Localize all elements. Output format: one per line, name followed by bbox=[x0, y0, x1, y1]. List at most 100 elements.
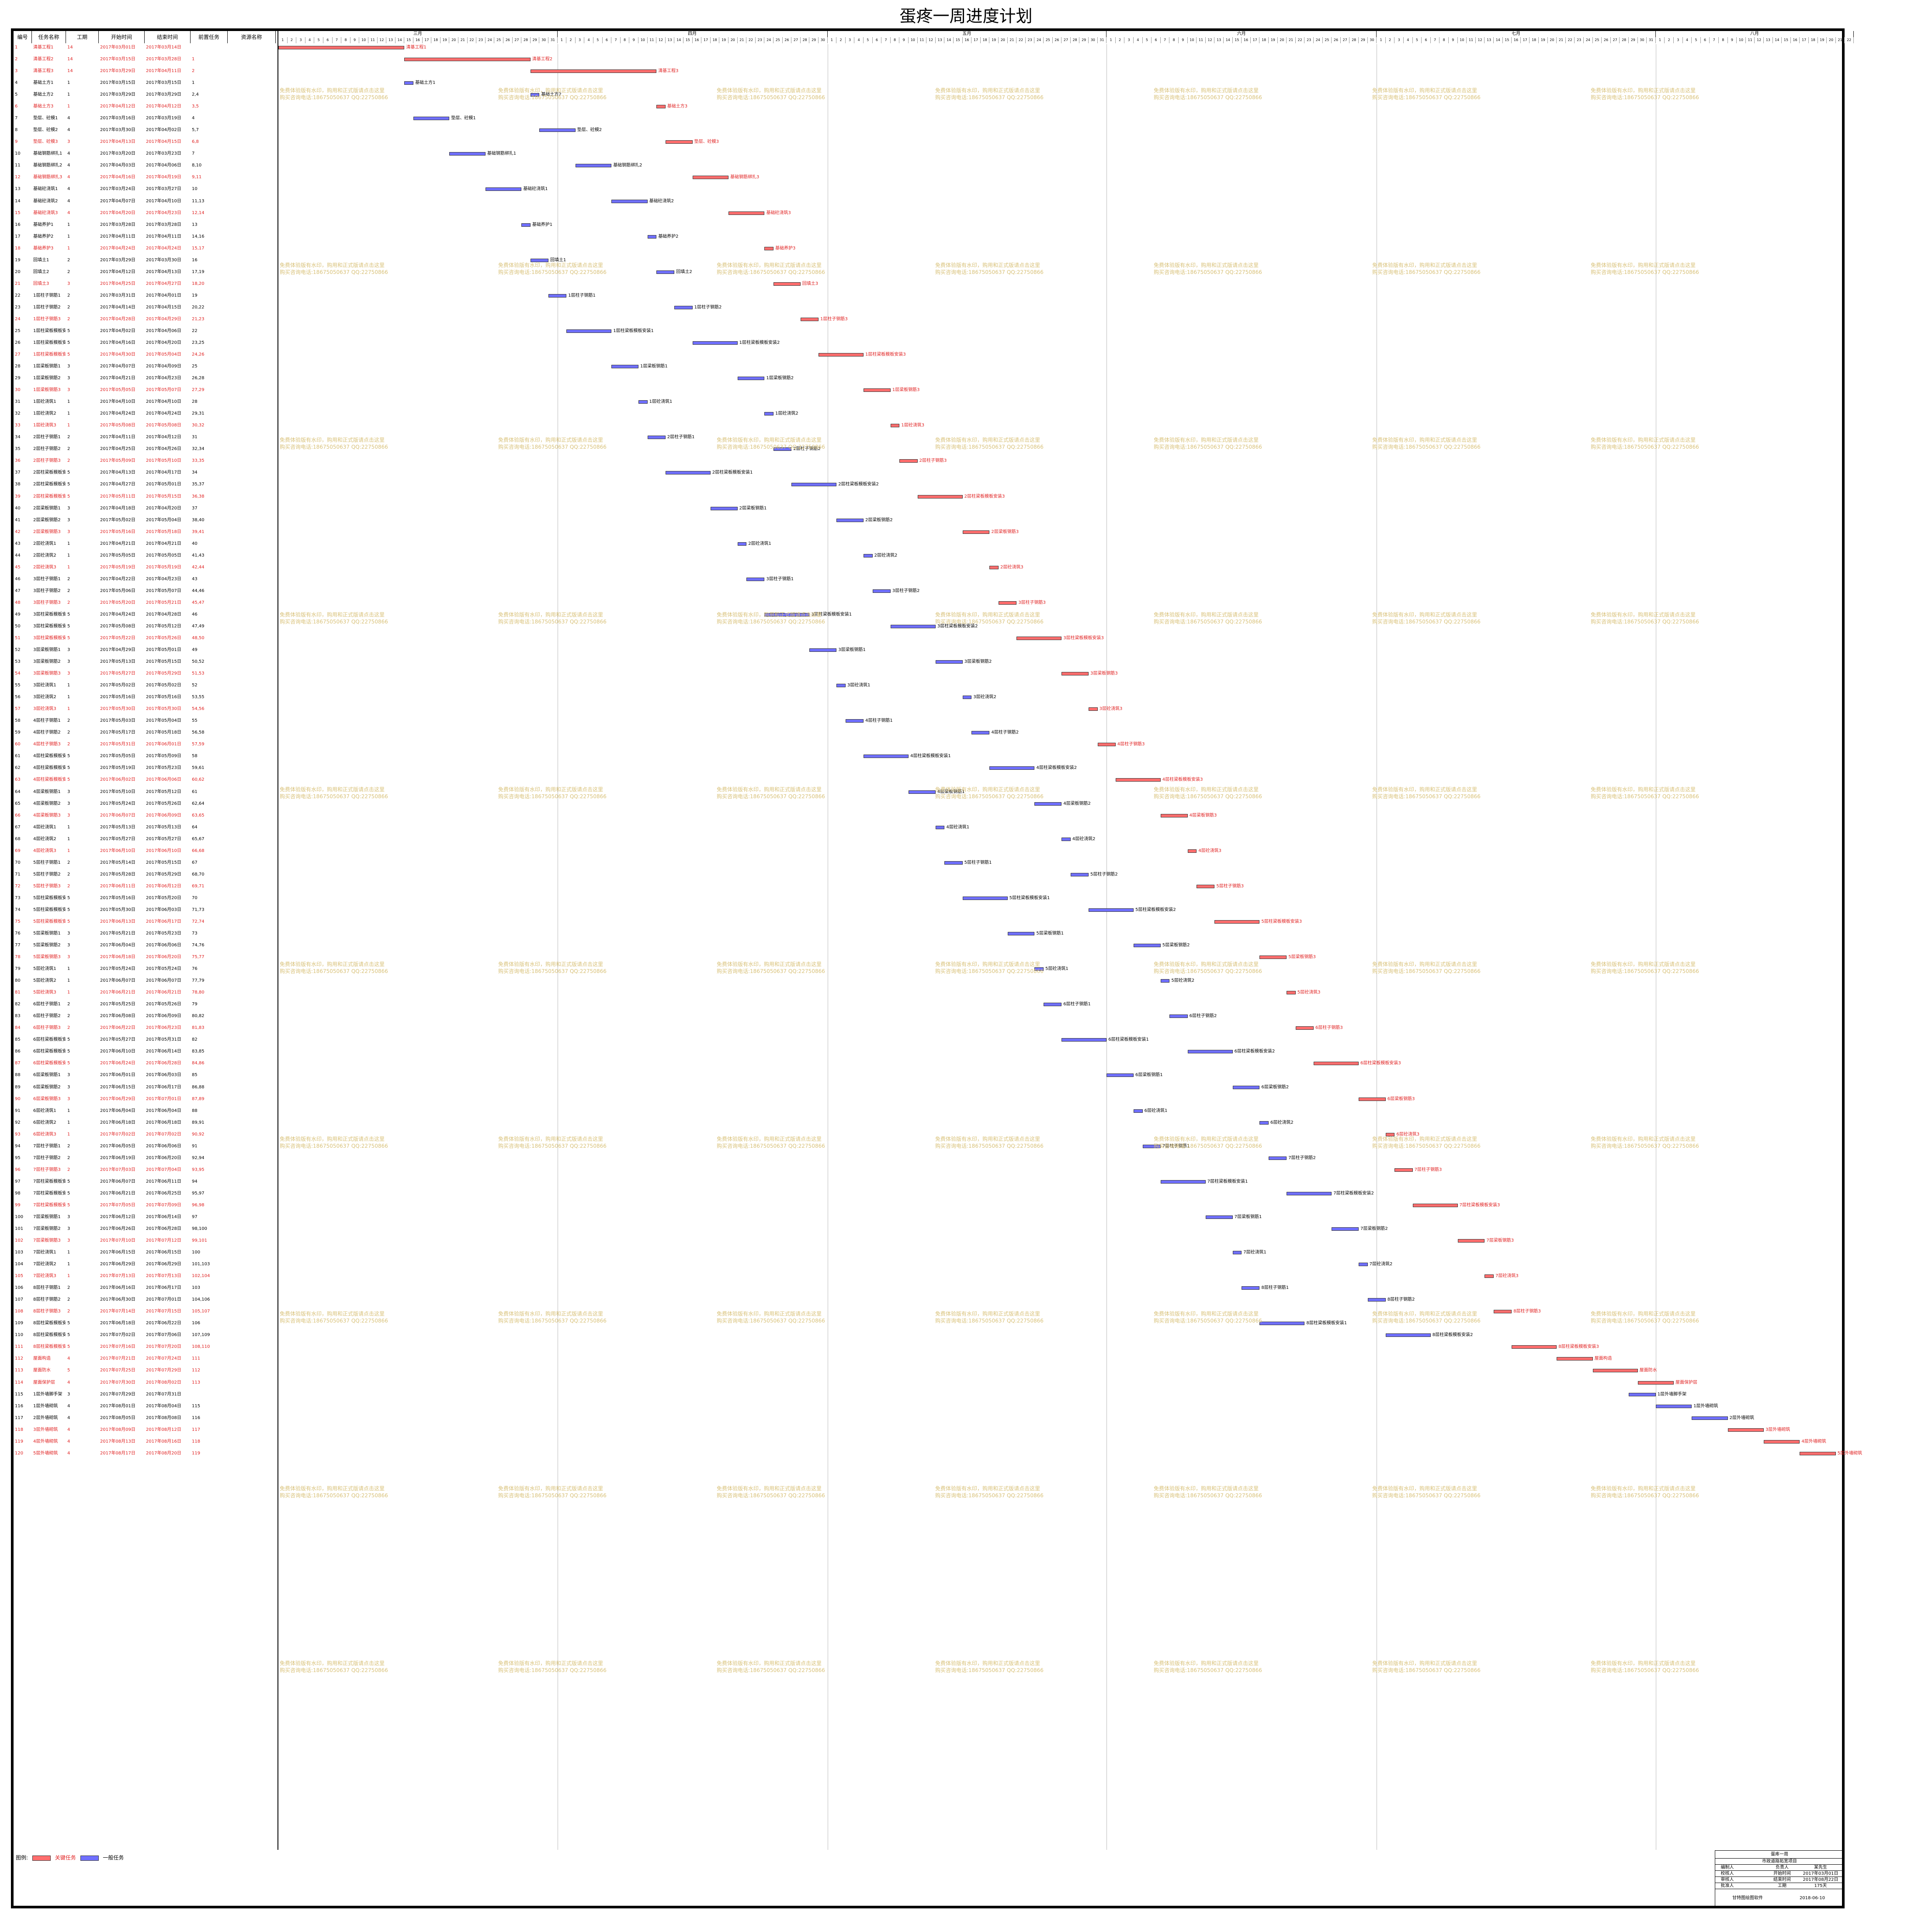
table-row[interactable]: 18 基础养护3 1 2017年04月24日 2017年04月24日 15,17 bbox=[14, 245, 276, 252]
table-row[interactable]: 29 1层梁板钢筋2 3 2017年04月21日 2017年04月23日 26,28 bbox=[14, 375, 276, 382]
table-row[interactable]: 61 4层柱梁板模板安装15 2017年05月05日 2017年05月09日 58 bbox=[14, 753, 276, 760]
table-row[interactable]: 27 1层柱梁板模板安装35 2017年04月30日 2017年05月04日 24,26 bbox=[14, 351, 276, 358]
table-row[interactable]: 112 屋面构造 4 2017年07月21日 2017年07月24日 111 bbox=[14, 1355, 276, 1362]
table-row[interactable]: 99 7层柱梁板模板安装35 2017年07月05日 2017年07月09日 96,98 bbox=[14, 1202, 276, 1209]
table-row[interactable]: 120 5层外墙砌筑 4 2017年08月17日 2017年08月20日 119 bbox=[14, 1450, 276, 1457]
task-bar[interactable] bbox=[1332, 1227, 1359, 1231]
task-bar[interactable] bbox=[548, 294, 567, 298]
task-bar[interactable] bbox=[674, 305, 693, 309]
task-bar[interactable] bbox=[962, 696, 972, 699]
table-row[interactable]: 68 4层砼浇筑2 1 2017年05月27日 2017年05月27日 65,67 bbox=[14, 836, 276, 843]
table-row[interactable]: 4 基础土方1 1 2017年03月15日 2017年03月15日 1 bbox=[14, 80, 276, 87]
task-bar[interactable] bbox=[909, 790, 936, 794]
table-row[interactable]: 86 6层柱梁板模板安装25 2017年06月10日 2017年06月14日 83,85 bbox=[14, 1048, 276, 1055]
table-row[interactable]: 106 8层柱子钢筋1 2 2017年06月16日 2017年06月17日 103 bbox=[14, 1284, 276, 1291]
table-row[interactable]: 109 8层柱梁板模板安装15 2017年06月18日 2017年06月22日 106 bbox=[14, 1320, 276, 1327]
table-row[interactable]: 81 5层砼浇筑3 1 2017年06月21日 2017年06月21日 78,80 bbox=[14, 989, 276, 996]
critical-task-bar[interactable] bbox=[1287, 991, 1296, 995]
table-row[interactable]: 24 1层柱子钢筋3 2 2017年04月28日 2017年04月29日 21,23 bbox=[14, 316, 276, 323]
table-row[interactable]: 49 3层柱梁板模板安装15 2017年04月24日 2017年04月28日 46 bbox=[14, 611, 276, 618]
table-row[interactable]: 19 回填土1 2 2017年03月29日 2017年03月30日 16 bbox=[14, 257, 276, 264]
critical-task-bar[interactable] bbox=[1494, 1310, 1512, 1314]
table-row[interactable]: 15 基础砼浇筑3 4 2017年04月20日 2017年04月23日 12,14 bbox=[14, 210, 276, 217]
table-row[interactable]: 102 7层梁板钢筋3 3 2017年07月10日 2017年07月12日 99,101 bbox=[14, 1237, 276, 1244]
table-row[interactable]: 47 3层柱子钢筋2 2 2017年05月06日 2017年05月07日 44,46 bbox=[14, 588, 276, 595]
table-row[interactable]: 91 6层砼浇筑1 1 2017年06月04日 2017年06月04日 88 bbox=[14, 1108, 276, 1115]
table-row[interactable]: 53 3层梁板钢筋2 3 2017年05月13日 2017年05月15日 50,52 bbox=[14, 658, 276, 665]
task-bar[interactable] bbox=[1359, 1263, 1368, 1267]
task-bar[interactable] bbox=[404, 81, 413, 85]
table-row[interactable]: 36 2层柱子钢筋3 2 2017年05月09日 2017年05月10日 33,35 bbox=[14, 457, 276, 464]
critical-task-bar[interactable] bbox=[890, 424, 900, 428]
critical-task-bar[interactable] bbox=[1016, 637, 1062, 640]
table-row[interactable]: 50 3层柱梁板模板安装25 2017年05月08日 2017年05月12日 47,49 bbox=[14, 623, 276, 630]
table-row[interactable]: 48 3层柱子钢筋3 2 2017年05月20日 2017年05月21日 45,47 bbox=[14, 599, 276, 606]
table-row[interactable]: 2 清基工程2 14 2017年03月15日 2017年03月28日 1 bbox=[14, 56, 276, 63]
task-bar[interactable] bbox=[1034, 802, 1062, 806]
critical-task-bar[interactable] bbox=[1359, 1097, 1386, 1101]
table-row[interactable]: 23 1层柱子钢筋2 2 2017年04月14日 2017年04月15日 20,22 bbox=[14, 304, 276, 311]
table-row[interactable]: 73 5层柱梁板模板安装15 2017年05月16日 2017年05月20日 70 bbox=[14, 895, 276, 902]
task-bar[interactable] bbox=[1287, 1191, 1332, 1195]
table-row[interactable]: 69 4层砼浇筑3 1 2017年06月10日 2017年06月10日 66,68 bbox=[14, 848, 276, 855]
table-row[interactable]: 59 4层柱子钢筋2 2 2017年05月17日 2017年05月18日 56,58 bbox=[14, 729, 276, 736]
task-bar[interactable] bbox=[449, 152, 486, 156]
critical-task-bar[interactable] bbox=[1800, 1451, 1836, 1455]
table-row[interactable]: 80 5层砼浇筑2 1 2017年06月07日 2017年06月07日 77,79 bbox=[14, 977, 276, 984]
table-row[interactable]: 60 4层柱子钢筋3 2 2017年05月31日 2017年06月01日 57,59 bbox=[14, 741, 276, 748]
table-row[interactable]: 16 基础养护1 1 2017年03月28日 2017年03月28日 13 bbox=[14, 222, 276, 228]
table-row[interactable]: 63 4层柱梁板模板安装35 2017年06月02日 2017年06月06日 60,62 bbox=[14, 776, 276, 783]
table-row[interactable]: 42 2层梁板钢筋3 3 2017年05月16日 2017年05月18日 39,41 bbox=[14, 529, 276, 536]
critical-task-bar[interactable] bbox=[1061, 672, 1089, 676]
table-row[interactable]: 97 7层柱梁板模板安装15 2017年06月07日 2017年06月11日 94 bbox=[14, 1178, 276, 1185]
task-bar[interactable] bbox=[1134, 944, 1161, 948]
task-bar[interactable] bbox=[611, 365, 638, 369]
table-row[interactable]: 72 5层柱子钢筋3 2 2017年06月11日 2017年06月12日 69,71 bbox=[14, 883, 276, 890]
table-row[interactable]: 45 2层砼浇筑3 1 2017年05月19日 2017年05月19日 42,44 bbox=[14, 564, 276, 571]
table-row[interactable]: 56 3层砼浇筑2 1 2017年05月16日 2017年05月16日 53,55 bbox=[14, 694, 276, 701]
table-row[interactable]: 28 1层梁板钢筋1 3 2017年04月07日 2017年04月09日 25 bbox=[14, 363, 276, 370]
table-row[interactable]: 44 2层砼浇筑2 1 2017年05月05日 2017年05月05日 41,43 bbox=[14, 552, 276, 559]
table-row[interactable]: 32 1层砼浇筑2 1 2017年04月24日 2017年04月24日 29,31 bbox=[14, 410, 276, 417]
task-bar[interactable] bbox=[971, 731, 990, 735]
task-bar[interactable] bbox=[809, 648, 837, 652]
task-bar[interactable] bbox=[1160, 979, 1170, 983]
task-bar[interactable] bbox=[944, 861, 963, 865]
table-row[interactable]: 25 1层柱梁板模板安装15 2017年04月02日 2017年04月06日 22 bbox=[14, 328, 276, 335]
task-bar[interactable] bbox=[1089, 908, 1134, 912]
table-row[interactable]: 104 7层砼浇筑2 1 2017年06月29日 2017年06月29日 101,103 bbox=[14, 1261, 276, 1268]
task-bar[interactable] bbox=[746, 577, 765, 581]
task-bar[interactable] bbox=[692, 341, 738, 345]
table-row[interactable]: 76 5层梁板钢筋1 3 2017年05月21日 2017年05月23日 73 bbox=[14, 930, 276, 937]
task-bar[interactable] bbox=[864, 554, 873, 557]
table-row[interactable]: 111 8层柱梁板模板安装35 2017年07月16日 2017年07月20日 108,… bbox=[14, 1343, 276, 1350]
task-bar[interactable] bbox=[1269, 1156, 1287, 1160]
critical-task-bar[interactable] bbox=[1727, 1428, 1764, 1432]
task-bar[interactable] bbox=[1385, 1333, 1431, 1337]
task-bar[interactable] bbox=[1692, 1416, 1728, 1420]
table-row[interactable]: 8 垫层、砼模2 4 2017年03月30日 2017年04月02日 5,7 bbox=[14, 127, 276, 134]
table-row[interactable]: 65 4层梁板钢筋2 3 2017年05月24日 2017年05月26日 62,64 bbox=[14, 800, 276, 807]
task-bar[interactable] bbox=[1070, 872, 1089, 876]
table-row[interactable]: 62 4层柱梁板模板安装25 2017年05月19日 2017年05月23日 59,61 bbox=[14, 765, 276, 772]
table-row[interactable]: 113 屋面防水 5 2017年07月25日 2017年07月29日 112 bbox=[14, 1367, 276, 1374]
table-row[interactable]: 52 3层梁板钢筋1 3 2017年04月29日 2017年05月01日 49 bbox=[14, 647, 276, 654]
critical-task-bar[interactable] bbox=[999, 601, 1017, 605]
table-row[interactable]: 87 6层柱梁板模板安装35 2017年06月24日 2017年06月28日 84,86 bbox=[14, 1060, 276, 1067]
critical-task-bar[interactable] bbox=[1160, 814, 1188, 817]
task-bar[interactable] bbox=[1061, 837, 1071, 841]
table-row[interactable]: 9 垫层、砼模3 3 2017年04月13日 2017年04月15日 6,8 bbox=[14, 138, 276, 145]
table-row[interactable]: 39 2层柱梁板模板安装35 2017年05月11日 2017年05月15日 36,38 bbox=[14, 493, 276, 500]
table-row[interactable]: 33 1层砼浇筑3 1 2017年05月08日 2017年05月08日 30,32 bbox=[14, 422, 276, 429]
critical-task-bar[interactable] bbox=[1214, 920, 1260, 924]
table-row[interactable]: 54 3层梁板钢筋3 3 2017年05月27日 2017年05月29日 51,53 bbox=[14, 670, 276, 677]
critical-task-bar[interactable] bbox=[1259, 956, 1287, 959]
task-bar[interactable] bbox=[710, 506, 738, 510]
table-row[interactable]: 82 6层柱子钢筋1 2 2017年05月25日 2017年05月26日 79 bbox=[14, 1001, 276, 1008]
critical-task-bar[interactable] bbox=[1457, 1239, 1485, 1243]
table-row[interactable]: 5 基础土方2 1 2017年03月29日 2017年03月29日 2,4 bbox=[14, 91, 276, 98]
task-bar[interactable] bbox=[611, 199, 648, 203]
critical-task-bar[interactable] bbox=[1115, 778, 1161, 782]
table-row[interactable]: 57 3层砼浇筑3 1 2017年05月30日 2017年05月30日 54,56 bbox=[14, 706, 276, 713]
table-row[interactable]: 100 7层梁板钢筋1 3 2017年06月12日 2017年06月14日 97 bbox=[14, 1214, 276, 1221]
